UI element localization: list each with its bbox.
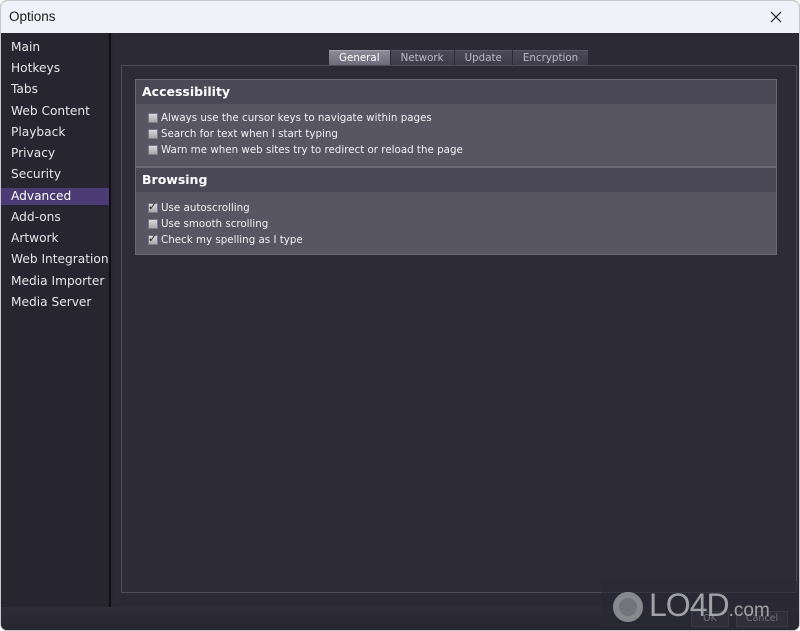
window-title: Options — [9, 9, 56, 24]
tab-bar: General Network Update Encryption — [329, 50, 589, 65]
tab-general[interactable]: General — [329, 50, 390, 65]
checkbox-checked[interactable]: ✓ — [148, 200, 158, 213]
checkbox-checked[interactable]: ✓ — [148, 232, 158, 245]
option-spellcheck[interactable]: ✓ Check my spelling as I type — [148, 232, 303, 248]
checkbox[interactable] — [148, 145, 158, 155]
browsing-group: Browsing ✓ Use autoscrolling Use smooth … — [135, 167, 777, 255]
checkbox[interactable] — [148, 113, 158, 123]
option-search-typing[interactable]: Search for text when I start typing — [148, 126, 338, 142]
options-window: Options Main Hotkeys Tabs Web Content Pl… — [0, 0, 800, 631]
checkmark-icon: ✓ — [148, 232, 158, 245]
tab-update[interactable]: Update — [454, 50, 512, 65]
title-bar: Options — [1, 1, 799, 33]
group-title: Accessibility — [136, 80, 776, 104]
sidebar-item-artwork[interactable]: Artwork — [1, 230, 109, 247]
sidebar-item-main[interactable]: Main — [1, 39, 109, 56]
tab-encryption[interactable]: Encryption — [512, 50, 589, 65]
option-cursor-keys[interactable]: Always use the cursor keys to navigate w… — [148, 110, 432, 126]
sidebar: Main Hotkeys Tabs Web Content Playback P… — [1, 33, 111, 607]
main-content: General Network Update Encryption Access… — [113, 33, 799, 607]
option-label: Use smooth scrolling — [161, 218, 269, 230]
tab-network[interactable]: Network — [390, 50, 454, 65]
option-label: Use autoscrolling — [161, 202, 250, 214]
sidebar-item-privacy[interactable]: Privacy — [1, 145, 109, 162]
close-icon — [770, 11, 782, 23]
sidebar-item-playback[interactable]: Playback — [1, 124, 109, 141]
general-panel: Accessibility Always use the cursor keys… — [121, 65, 797, 593]
sidebar-item-hotkeys[interactable]: Hotkeys — [1, 60, 109, 77]
ok-button[interactable]: OK — [691, 611, 729, 627]
close-button[interactable] — [753, 1, 799, 33]
sidebar-item-web-content[interactable]: Web Content — [1, 103, 109, 120]
cancel-button[interactable]: Cancel — [736, 611, 788, 627]
sidebar-item-media-server[interactable]: Media Server — [1, 294, 109, 311]
option-label: Search for text when I start typing — [161, 128, 338, 140]
checkmark-icon: ✓ — [148, 200, 158, 213]
sidebar-item-web-integration[interactable]: Web Integration — [1, 251, 109, 268]
option-warn-redirect[interactable]: Warn me when web sites try to redirect o… — [148, 142, 463, 158]
option-label: Check my spelling as I type — [161, 234, 303, 246]
dialog-footer: OK Cancel — [1, 607, 799, 630]
sidebar-item-advanced[interactable]: Advanced — [1, 188, 109, 205]
option-autoscrolling[interactable]: ✓ Use autoscrolling — [148, 200, 250, 216]
sidebar-item-add-ons[interactable]: Add-ons — [1, 209, 109, 226]
checkbox[interactable] — [148, 129, 158, 139]
option-label: Warn me when web sites try to redirect o… — [161, 144, 463, 156]
sidebar-item-security[interactable]: Security — [1, 166, 109, 183]
sidebar-item-media-importer[interactable]: Media Importer — [1, 273, 109, 290]
group-title: Browsing — [136, 168, 776, 192]
sidebar-item-tabs[interactable]: Tabs — [1, 81, 109, 98]
option-label: Always use the cursor keys to navigate w… — [161, 112, 432, 124]
checkbox[interactable] — [148, 219, 158, 229]
option-smooth-scrolling[interactable]: Use smooth scrolling — [148, 216, 268, 232]
accessibility-group: Accessibility Always use the cursor keys… — [135, 79, 777, 167]
